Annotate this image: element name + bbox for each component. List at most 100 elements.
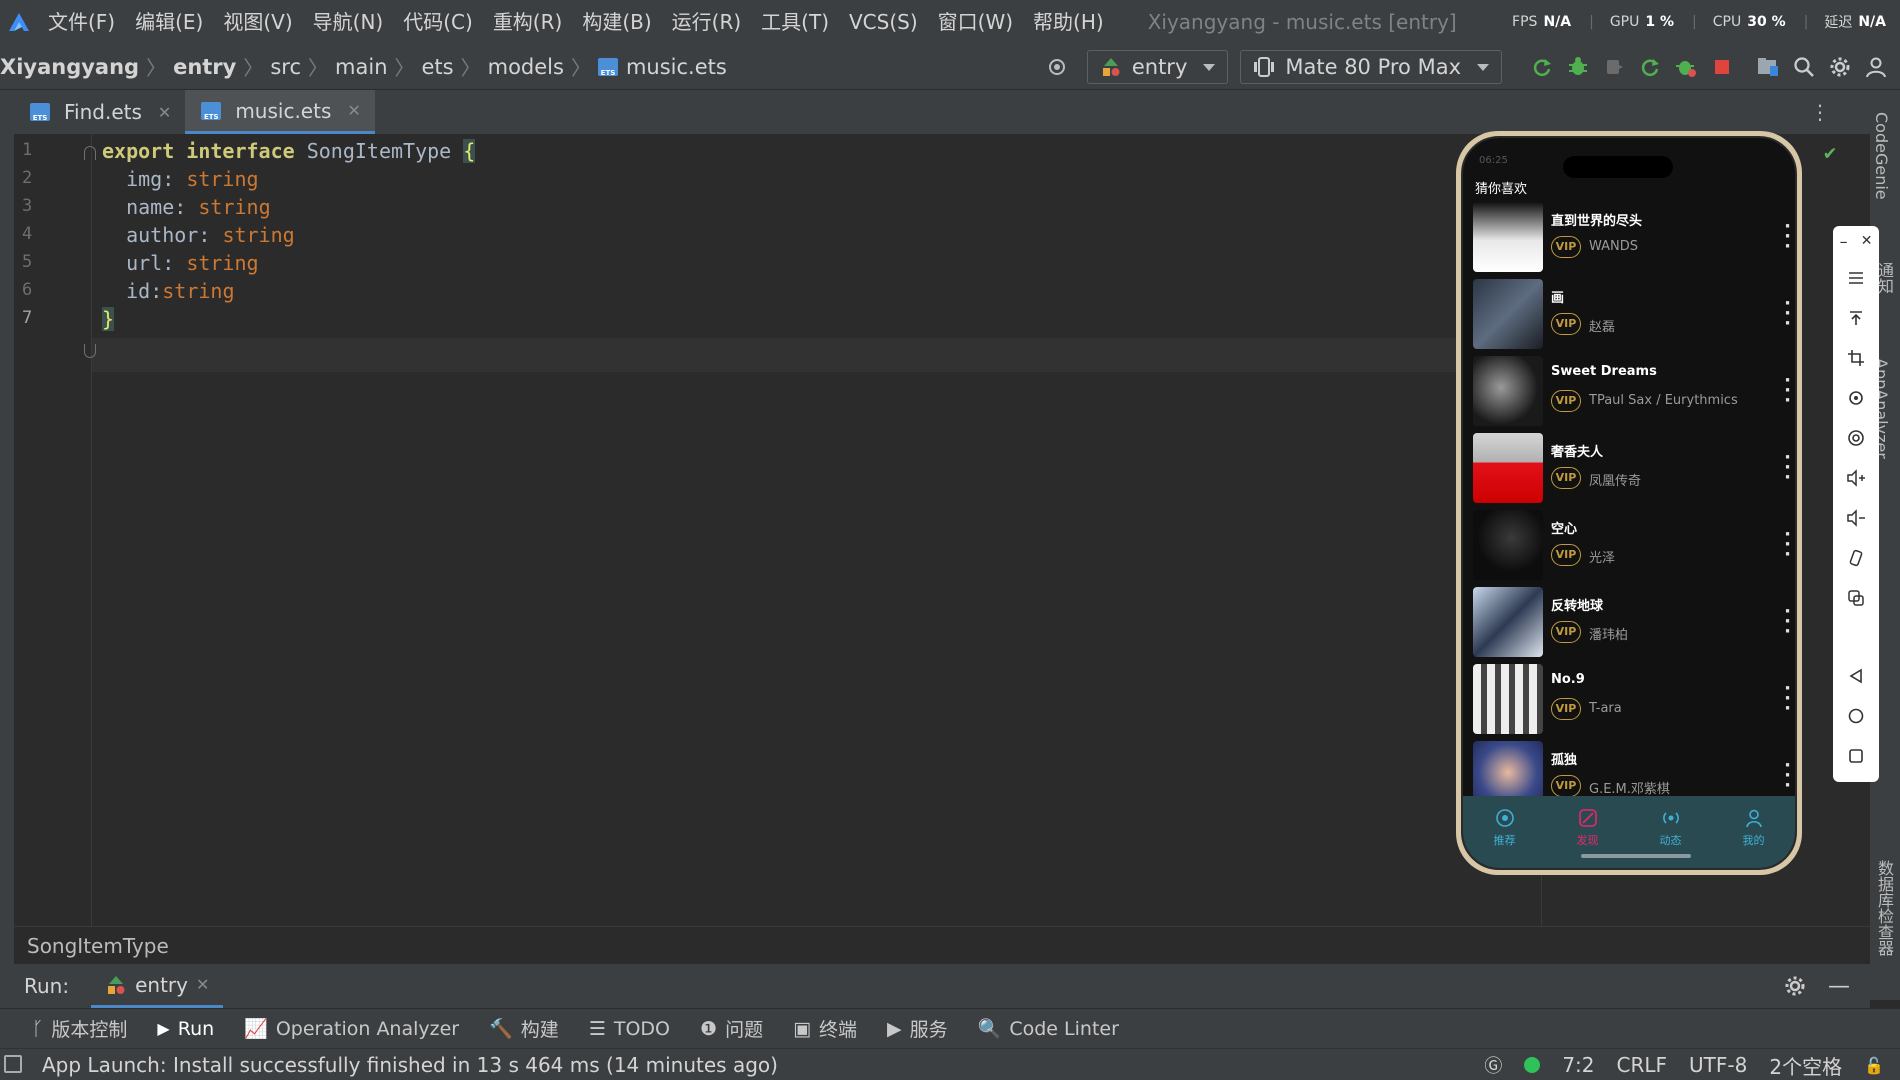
debug-icon[interactable] (1560, 44, 1596, 90)
menu-view[interactable]: 视图(V) (213, 0, 302, 44)
tab-find-ets[interactable]: Find.ets ✕ (14, 90, 185, 134)
menu-edit[interactable]: 编辑(E) (125, 0, 213, 44)
menu-build[interactable]: 构建(B) (572, 0, 661, 44)
codegenie-status-icon[interactable]: Ⓖ (1484, 1052, 1502, 1078)
tool-version-control[interactable]: ᚴ 版本控制 (32, 1015, 127, 1042)
apply-changes-icon[interactable] (1632, 44, 1668, 90)
breadcrumb-main[interactable]: main (335, 55, 387, 79)
breadcrumb-ets[interactable]: ets (422, 55, 454, 79)
close-icon[interactable]: ✕ (347, 101, 360, 120)
database-inspector-tab[interactable]: 数据库检查器 (1872, 860, 1896, 956)
emulator-screen[interactable]: 06:25 猜你喜欢 直到世界的尽头 VIP WANDS · · · 画 VIP 赵… (1461, 136, 1797, 870)
nav-mine[interactable]: 我的 (1712, 796, 1795, 868)
more-vertical-icon[interactable]: · · · (1784, 295, 1791, 333)
inspection-ok-icon[interactable]: ✔ (1824, 140, 1836, 164)
indent-setting[interactable]: 2个空格 (1769, 1051, 1842, 1080)
menu-run[interactable]: 运行(R) (662, 0, 752, 44)
tab-music-ets[interactable]: music.ets ✕ (185, 90, 375, 134)
attach-debugger-icon[interactable] (1596, 44, 1632, 90)
tool-code-linter[interactable]: 🔍 Code Linter (978, 1017, 1119, 1041)
more-vertical-icon[interactable]: · · · (1784, 603, 1791, 641)
module-selector[interactable]: entry (1086, 50, 1229, 84)
volume-up-icon[interactable] (1833, 458, 1879, 498)
more-vertical-icon[interactable]: · · · (1784, 757, 1791, 795)
screenshot-icon[interactable] (1833, 418, 1879, 458)
menu-file[interactable]: 文件(F) (38, 0, 125, 44)
account-icon[interactable] (1858, 44, 1894, 90)
run-tab-entry[interactable]: entry ✕ (91, 964, 224, 1008)
breadcrumb-file[interactable]: music.ets (597, 55, 727, 79)
menu-icon[interactable] (1833, 258, 1879, 298)
multi-screen-icon[interactable] (1833, 578, 1879, 618)
tool-build[interactable]: 🔨 构建 (489, 1015, 559, 1042)
services-icon: ▶ (887, 1017, 902, 1040)
breadcrumb-module[interactable]: entry (173, 55, 236, 79)
minimize-icon[interactable]: – (1840, 232, 1848, 251)
tool-operation-analyzer[interactable]: 📈 Operation Analyzer (244, 1017, 459, 1041)
search-icon[interactable] (1786, 44, 1822, 90)
close-icon[interactable]: ✕ (196, 975, 209, 994)
more-vertical-icon[interactable]: · · · (1784, 218, 1791, 256)
line-separator[interactable]: CRLF (1617, 1053, 1668, 1077)
breadcrumb-models[interactable]: models (488, 55, 564, 79)
song-item[interactable]: No.9 VIP T-ara · · · (1473, 664, 1793, 734)
fold-marker-icon[interactable] (84, 146, 96, 160)
pin-top-icon[interactable] (1833, 298, 1879, 338)
back-icon[interactable] (1833, 656, 1879, 696)
tool-run[interactable]: ▶ Run (157, 1018, 214, 1040)
song-item[interactable]: 奢香夫人 VIP 凤凰传奇 · · · (1473, 433, 1793, 503)
fold-marker-icon[interactable] (84, 344, 96, 358)
more-vertical-icon[interactable]: · · · (1784, 449, 1791, 487)
menu-window[interactable]: 窗口(W) (928, 0, 1023, 44)
menu-code[interactable]: 代码(C) (393, 0, 483, 44)
home-indicator[interactable] (1581, 854, 1691, 858)
rotate-icon[interactable] (1833, 378, 1879, 418)
menu-help[interactable]: 帮助(H) (1023, 0, 1114, 44)
settings-gear-icon[interactable] (1822, 44, 1858, 90)
tool-terminal[interactable]: ▣ 终端 (793, 1015, 857, 1042)
more-vertical-icon[interactable]: ⋮ (1810, 100, 1830, 124)
file-encoding[interactable]: UTF-8 (1689, 1053, 1747, 1077)
more-vertical-icon[interactable]: · · · (1784, 680, 1791, 718)
debug-apply-icon[interactable] (1668, 44, 1704, 90)
crop-icon[interactable] (1833, 338, 1879, 378)
breadcrumb-project[interactable]: Xiyangyang (0, 55, 139, 79)
target-icon[interactable] (1039, 44, 1075, 90)
caret-position[interactable]: 7:2 (1562, 1053, 1594, 1077)
home-icon[interactable] (1833, 696, 1879, 736)
tool-problems[interactable]: ❶ 问题 (700, 1015, 763, 1042)
lock-icon[interactable]: 🔓 (1864, 1056, 1884, 1075)
rerun-icon[interactable] (1524, 44, 1560, 90)
connection-status-icon[interactable] (1524, 1057, 1541, 1073)
recents-icon[interactable] (1833, 736, 1879, 776)
breadcrumb-src[interactable]: src (270, 55, 301, 79)
menu-vcs[interactable]: VCS(S) (839, 0, 928, 44)
device-selector-label: Mate 80 Pro Max (1285, 55, 1461, 79)
device-selector[interactable]: Mate 80 Pro Max (1240, 50, 1502, 84)
settings-gear-icon[interactable] (1784, 975, 1806, 997)
minimize-icon[interactable]: — (1828, 974, 1850, 999)
song-item[interactable]: 画 VIP 赵磊 · · · (1473, 279, 1793, 349)
project-structure-icon[interactable] (1750, 44, 1786, 90)
song-item[interactable]: 直到世界的尽头 VIP WANDS · · · (1473, 202, 1793, 272)
menu-navigate[interactable]: 导航(N) (303, 0, 394, 44)
more-vertical-icon[interactable]: · · · (1784, 372, 1791, 410)
close-icon[interactable]: ✕ (158, 103, 171, 122)
stop-icon[interactable] (1704, 44, 1740, 90)
more-vertical-icon[interactable]: · · · (1784, 526, 1791, 564)
menu-refactor[interactable]: 重构(R) (483, 0, 573, 44)
tool-services[interactable]: ▶ 服务 (887, 1015, 948, 1042)
song-item[interactable]: 反转地球 VIP 潘玮柏 · · · (1473, 587, 1793, 657)
nav-recommend[interactable]: 推荐 (1463, 796, 1546, 868)
structure-breadcrumb[interactable]: SongItemType (14, 926, 1870, 964)
shake-icon[interactable] (1833, 538, 1879, 578)
song-item[interactable]: Sweet Dreams VIP TPaul Sax / Eurythmics … (1473, 356, 1793, 426)
tool-todo[interactable]: ☰ TODO (589, 1018, 670, 1040)
volume-down-icon[interactable] (1833, 498, 1879, 538)
disc-icon (1578, 809, 1597, 827)
panel-toggle-icon[interactable] (4, 1055, 22, 1073)
menu-tools[interactable]: 工具(T) (751, 0, 839, 44)
close-icon[interactable]: ✕ (1861, 233, 1873, 249)
codegenie-tab[interactable]: CodeGenie (1872, 112, 1891, 200)
song-item[interactable]: 空心 VIP 光泽 · · · (1473, 510, 1793, 580)
